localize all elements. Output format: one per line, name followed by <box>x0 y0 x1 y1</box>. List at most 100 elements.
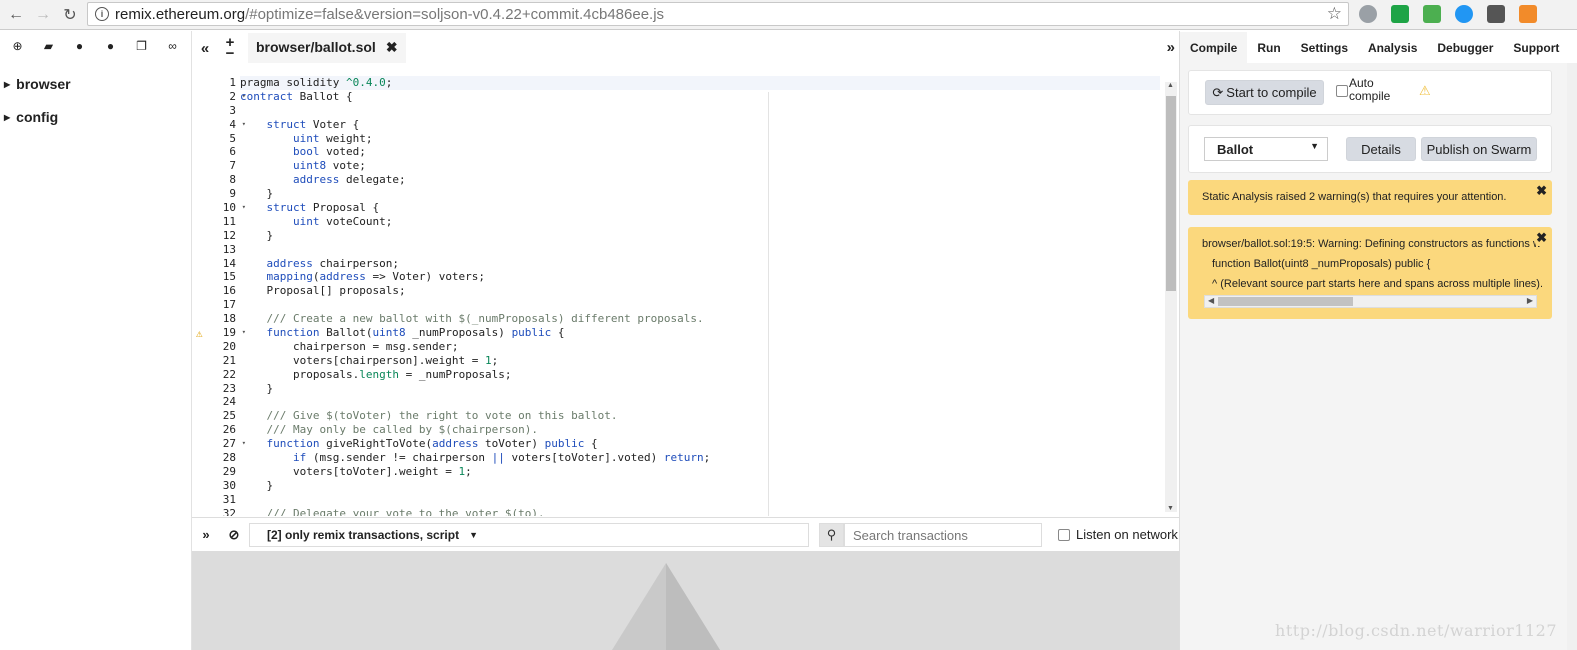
code-line[interactable]: } <box>240 187 1160 201</box>
tree-item-config[interactable]: ▶ config <box>0 106 191 128</box>
extension-bulb-icon[interactable] <box>1487 5 1505 23</box>
font-size-icon[interactable]: + − <box>218 35 242 61</box>
clear-console-icon[interactable]: ⊘ <box>220 527 248 543</box>
line-number: 32 <box>192 507 240 516</box>
bookmark-star-icon[interactable]: ☆ <box>1327 4 1342 24</box>
extension-google-icon[interactable] <box>1455 5 1473 23</box>
code-line[interactable]: } <box>240 229 1160 243</box>
collapse-right-icon[interactable]: » <box>1167 39 1175 56</box>
collapse-terminal-icon[interactable]: » <box>192 527 220 542</box>
tab-compile[interactable]: Compile <box>1180 31 1248 63</box>
scroll-right-icon[interactable]: ▶ <box>1527 296 1533 305</box>
editor-scrollbar[interactable]: ▲ ▼ <box>1165 82 1177 512</box>
scroll-left-icon[interactable]: ◀ <box>1208 296 1214 305</box>
collapse-left-icon[interactable]: « <box>192 40 218 57</box>
code-line[interactable]: struct Voter { <box>240 118 1160 132</box>
code-token: function <box>266 326 320 340</box>
back-icon[interactable]: ← <box>5 4 27 26</box>
github-icon[interactable]: ● <box>64 35 95 57</box>
code-line[interactable]: if (msg.sender != chairperson || voters[… <box>240 451 1160 465</box>
code-line[interactable]: function Ballot(uint8 _numProposals) pub… <box>240 326 1160 340</box>
dropdown-icon: ▼ <box>469 530 478 540</box>
forward-icon[interactable]: → <box>32 4 54 26</box>
code-token: uint8 <box>292 159 327 173</box>
code-line[interactable] <box>240 493 1160 507</box>
code-line[interactable]: pragma solidity ^0.4.0; <box>240 76 1160 90</box>
line-number-text: 22 <box>222 367 236 381</box>
code-line[interactable]: address chairperson; <box>240 257 1160 271</box>
code-line[interactable]: uint8 vote; <box>240 159 1160 173</box>
code-line[interactable] <box>240 243 1160 257</box>
code-line[interactable] <box>240 395 1160 409</box>
close-icon[interactable]: ✖ <box>1536 183 1547 199</box>
code-line[interactable]: chairperson = msg.sender; <box>240 340 1160 354</box>
line-number: 13 <box>192 243 240 257</box>
code-area[interactable]: pragma solidity ^0.4.0; contract Ballot {… <box>240 76 1160 516</box>
tab-ballot[interactable]: browser/ballot.sol ✖ <box>248 33 406 63</box>
scroll-thumb[interactable] <box>1218 297 1353 306</box>
scroll-down-icon[interactable]: ▼ <box>1167 505 1174 512</box>
code-line[interactable]: uint voteCount; <box>240 215 1160 229</box>
code-line[interactable]: Proposal[] proposals; <box>240 284 1160 298</box>
tab-run[interactable]: Run <box>1247 32 1290 63</box>
new-file-icon[interactable]: ⊕ <box>2 35 33 57</box>
extension-shield-icon[interactable] <box>1391 5 1409 23</box>
code-editor[interactable]: 1 2 ▾ 3 4 ▾ 5 6 7 8 9 10 ▾ 11 12 13 14 15 16 17 18 19 ▾ ⚠ 20 21 22… <box>192 76 1179 516</box>
tab-settings[interactable]: Settings <box>1291 32 1358 63</box>
code-line[interactable]: address delegate; <box>240 173 1160 187</box>
code-line[interactable]: voters[chairperson].weight = 1; <box>240 354 1160 368</box>
code-line[interactable]: proposals.length = _numProposals; <box>240 368 1160 382</box>
code-line[interactable]: /// May only be called by $(chairperson)… <box>240 423 1160 437</box>
code-line[interactable]: bool voted; <box>240 145 1160 159</box>
tree-item-label: browser <box>16 76 71 92</box>
code-line[interactable]: /// Create a new ballot with $(_numPropo… <box>240 312 1160 326</box>
gist-icon[interactable]: ● <box>95 35 126 57</box>
tab-support[interactable]: Support <box>1503 32 1569 63</box>
close-icon[interactable]: ✖ <box>1536 230 1547 246</box>
tab-analysis[interactable]: Analysis <box>1358 32 1427 63</box>
extension-cloud-icon[interactable] <box>1359 5 1377 23</box>
right-panel-scrollbar[interactable] <box>1567 63 1577 650</box>
file-toolbar: ⊕ ▰ ● ● ❐ ∞ <box>0 31 191 61</box>
transaction-filter-select[interactable]: [2] only remix transactions, script ▼ <box>249 523 809 547</box>
code-line[interactable]: function giveRightToVote(address toVoter… <box>240 437 1160 451</box>
tab-debugger[interactable]: Debugger <box>1427 32 1503 63</box>
code-line[interactable] <box>240 104 1160 118</box>
listen-label: Listen on network <box>1076 527 1178 542</box>
code-line[interactable]: struct Proposal { <box>240 201 1160 215</box>
code-line[interactable]: /// Delegate your vote to the voter $(to… <box>240 507 1160 516</box>
warning-icon[interactable]: ⚠ <box>196 327 203 341</box>
search-icon[interactable]: ⚲ <box>819 523 844 547</box>
code-line[interactable]: } <box>240 479 1160 493</box>
tree-item-label: config <box>16 109 59 125</box>
code-line[interactable]: } <box>240 382 1160 396</box>
info-icon[interactable]: i <box>95 7 109 21</box>
tree-item-browser[interactable]: ▶ browser <box>0 73 191 95</box>
code-line[interactable] <box>240 298 1160 312</box>
warning-hscroll[interactable]: ◀ ▶ <box>1204 295 1537 308</box>
details-button[interactable]: Details <box>1346 137 1416 161</box>
contract-select[interactable]: Ballot ▼ <box>1204 137 1328 161</box>
extension-fox-icon[interactable] <box>1519 5 1537 23</box>
open-folder-icon[interactable]: ▰ <box>33 35 64 57</box>
auto-compile-checkbox[interactable] <box>1336 85 1348 97</box>
reload-icon[interactable]: ↻ <box>59 4 81 26</box>
publish-swarm-button[interactable]: Publish on Swarm <box>1421 137 1537 161</box>
link-icon[interactable]: ∞ <box>157 35 188 57</box>
close-icon[interactable]: ✖ <box>386 39 398 56</box>
extension-check-icon[interactable] <box>1423 5 1441 23</box>
code-line[interactable]: voters[toVoter].weight = 1; <box>240 465 1160 479</box>
listen-network-toggle[interactable]: Listen on network <box>1058 527 1178 542</box>
line-number-text: 6 <box>229 145 236 159</box>
search-transactions-input[interactable] <box>844 523 1042 547</box>
scroll-up-icon[interactable]: ▲ <box>1167 82 1174 89</box>
scroll-thumb[interactable] <box>1166 96 1176 291</box>
code-line[interactable]: mapping(address => Voter) voters; <box>240 270 1160 284</box>
start-compile-button[interactable]: ⟳ Start to compile <box>1205 80 1324 105</box>
copy-icon[interactable]: ❐ <box>126 35 157 57</box>
code-line[interactable]: /// Give $(toVoter) the right to vote on… <box>240 409 1160 423</box>
listen-checkbox[interactable] <box>1058 528 1070 541</box>
code-line[interactable]: uint weight; <box>240 132 1160 146</box>
address-bar[interactable]: i remix.ethereum.org/#optimize=false&ver… <box>87 2 1349 26</box>
code-line[interactable]: contract Ballot { <box>240 90 1160 104</box>
